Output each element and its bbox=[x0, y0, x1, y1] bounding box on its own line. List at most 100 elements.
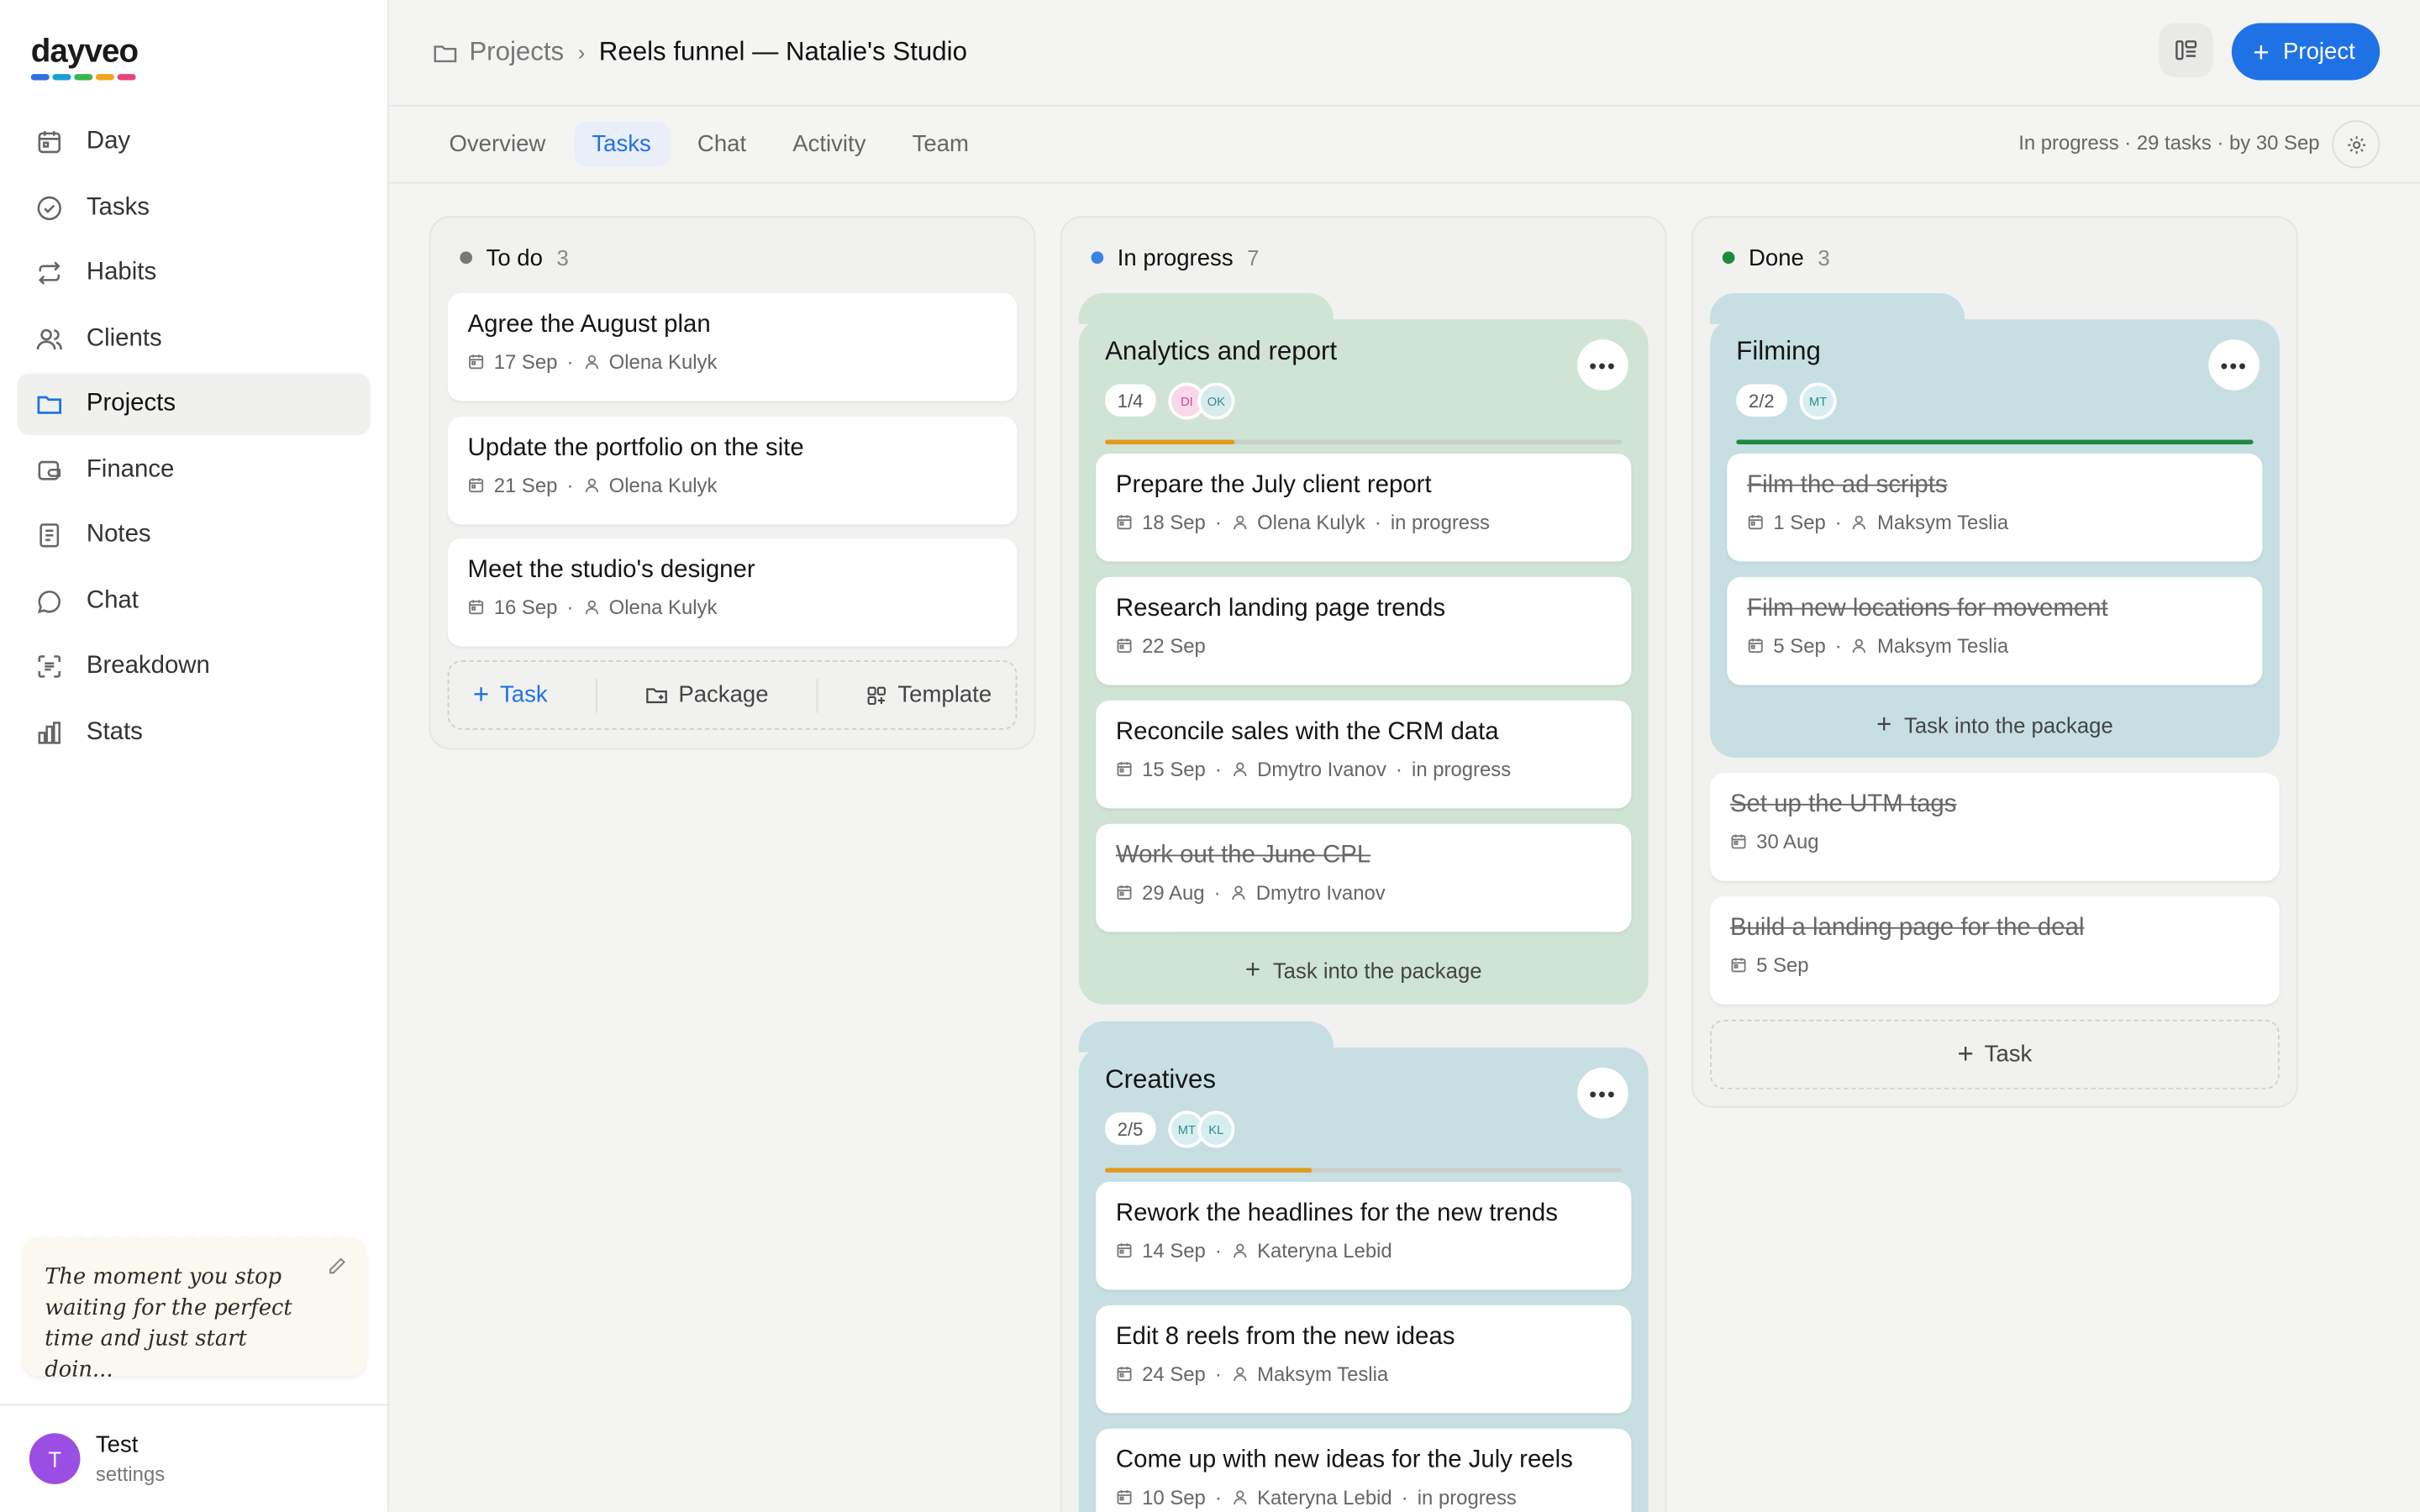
card-assignee: Maksym Teslia bbox=[1257, 1362, 1389, 1386]
task-card[interactable]: Research landing page trends 22 Sep bbox=[1096, 576, 1632, 685]
more-options-button[interactable]: ••• bbox=[1577, 1067, 1628, 1119]
card-assignee: Kateryna Lebid bbox=[1257, 1485, 1392, 1509]
project-tabs: Overview Tasks Chat Activity Team bbox=[430, 122, 997, 167]
task-card[interactable]: Come up with new ideas for the July reel… bbox=[1096, 1428, 1632, 1512]
card-date: 14 Sep bbox=[1142, 1238, 1206, 1263]
tab-overview[interactable]: Overview bbox=[430, 122, 564, 166]
plus-icon: + bbox=[472, 679, 490, 710]
task-card[interactable]: Rework the headlines for the new trends … bbox=[1096, 1181, 1632, 1290]
add-package-button[interactable]: Package bbox=[644, 682, 769, 708]
package-title[interactable]: Creatives bbox=[1105, 1064, 1216, 1095]
status-dot bbox=[460, 251, 473, 265]
task-title: Meet the studio's designer bbox=[467, 557, 755, 584]
avatar: T bbox=[29, 1433, 81, 1484]
add-task-into-package-button[interactable]: + Task into the package bbox=[1079, 955, 1649, 986]
calendar-icon bbox=[1730, 957, 1747, 974]
meta-separator: · bbox=[566, 349, 574, 374]
breadcrumb-separator: › bbox=[577, 39, 586, 66]
sidebar-item-label: Notes bbox=[86, 521, 151, 549]
task-card[interactable]: Work out the June CPL 29 Aug · Dmytro Ivan… bbox=[1096, 823, 1632, 932]
sidebar-item-chat[interactable]: Chat bbox=[17, 570, 371, 632]
sidebar-item-notes[interactable]: Notes bbox=[17, 505, 371, 566]
task-card[interactable]: Agree the August plan 17 Sep · Olena Kulyk bbox=[447, 292, 1018, 402]
folder-plus-icon bbox=[645, 688, 666, 704]
meta-separator: · bbox=[1213, 880, 1221, 905]
task-card[interactable]: Reconcile sales with the CRM data 15 Sep… bbox=[1096, 700, 1632, 809]
column-done: Done 3 Filming ••• 2/2 MT Film the ad scr… bbox=[1691, 216, 2298, 1108]
project-summary: In progress · 29 tasks · by 30 Sep bbox=[2018, 131, 2320, 155]
package-tab bbox=[1710, 292, 1965, 324]
pencil-icon[interactable] bbox=[327, 1256, 347, 1276]
more-options-button[interactable]: ••• bbox=[1577, 339, 1628, 391]
add-task-into-package-button[interactable]: + Task into the package bbox=[1710, 710, 2280, 741]
task-meta: 17 Sep · Olena Kulyk bbox=[468, 349, 997, 374]
sidebar-item-stats[interactable]: Stats bbox=[17, 701, 371, 763]
assignee-chip[interactable]: MT bbox=[1799, 382, 1837, 420]
card-status: in progress bbox=[1417, 1485, 1517, 1509]
task-card[interactable]: Film the ad scripts 1 Sep · Maksym Teslia bbox=[1727, 453, 2263, 562]
card-date: 1 Sep bbox=[1773, 510, 1826, 534]
task-card[interactable]: Prepare the July client report 18 Sep · Ol… bbox=[1096, 453, 1632, 562]
ellipsis-icon: ••• bbox=[2220, 352, 2248, 378]
task-meta: 14 Sep · Kateryna Lebid bbox=[1116, 1238, 1612, 1263]
task-title: Set up the UTM tags bbox=[1729, 791, 1957, 818]
calendar-icon bbox=[1747, 514, 1764, 531]
breadcrumb: Projects › Reels funnel — Natalie's Stud… bbox=[432, 37, 967, 68]
person-icon bbox=[582, 599, 599, 616]
folder-icon bbox=[432, 39, 458, 66]
more-options-button[interactable]: ••• bbox=[2208, 339, 2260, 391]
note-icon bbox=[35, 522, 63, 549]
package-title[interactable]: Filming bbox=[1736, 336, 1821, 367]
meta-separator: · bbox=[1214, 1485, 1222, 1509]
package-progress-badge: 2/5 bbox=[1105, 1112, 1156, 1145]
assignee-chip[interactable]: KL bbox=[1197, 1110, 1235, 1148]
new-project-button[interactable]: + Project bbox=[2231, 23, 2381, 81]
quote-widget[interactable]: The moment you stop waiting for the perf… bbox=[23, 1231, 366, 1383]
sidebar-item-clients[interactable]: Clients bbox=[17, 307, 371, 369]
breadcrumb-projects[interactable]: Projects bbox=[469, 37, 564, 68]
add-template-button[interactable]: Template bbox=[865, 682, 992, 708]
package-progress-bar bbox=[1736, 439, 2254, 444]
person-icon bbox=[1231, 1488, 1248, 1505]
meta-separator: · bbox=[566, 595, 574, 619]
assignee-chip[interactable]: OK bbox=[1197, 382, 1235, 420]
new-project-label: Project bbox=[2283, 38, 2355, 66]
package-progress-bar bbox=[1105, 1168, 1623, 1173]
task-title: Rework the headlines for the new trends bbox=[1115, 1200, 1558, 1227]
add-task-button[interactable]: + Task bbox=[1958, 1038, 2033, 1071]
tab-tasks[interactable]: Tasks bbox=[573, 122, 670, 167]
card-date: 22 Sep bbox=[1142, 633, 1206, 658]
task-card[interactable]: Film new locations for movement 5 Sep · Ma… bbox=[1727, 576, 2263, 685]
tab-team[interactable]: Team bbox=[894, 122, 987, 166]
sidebar-item-day[interactable]: Day bbox=[17, 111, 371, 172]
sidebar-item-habits[interactable]: Habits bbox=[17, 242, 371, 303]
sidebar-item-projects[interactable]: Projects bbox=[17, 373, 371, 435]
page-title: Reels funnel — Natalie's Studio bbox=[598, 37, 967, 66]
user-settings-link[interactable]: settings bbox=[96, 1462, 165, 1486]
meta-separator: · bbox=[1214, 1238, 1222, 1263]
task-card[interactable]: Update the portfolio on the site 21 Sep ·… bbox=[447, 415, 1018, 524]
package-progress-bar bbox=[1105, 439, 1623, 444]
plus-icon: + bbox=[1244, 954, 1261, 984]
plus-icon: + bbox=[1876, 709, 1892, 739]
sidebar-item-tasks[interactable]: Tasks bbox=[17, 176, 371, 238]
task-card[interactable]: Build a landing page for the deal 5 Sep bbox=[1710, 896, 2280, 1005]
task-card[interactable]: Edit 8 reels from the new ideas 24 Sep · M… bbox=[1096, 1305, 1632, 1414]
tab-chat[interactable]: Chat bbox=[679, 122, 765, 166]
add-task-button[interactable]: + Task bbox=[473, 679, 548, 711]
layout-toggle-button[interactable] bbox=[2159, 23, 2213, 77]
sidebar-item-finance[interactable]: Finance bbox=[17, 439, 371, 501]
column-title: To do bbox=[486, 244, 543, 271]
plus-icon: + bbox=[1957, 1038, 1974, 1069]
settings-button[interactable] bbox=[2332, 120, 2381, 169]
task-card[interactable]: Meet the studio's designer 16 Sep · Olena … bbox=[447, 538, 1018, 647]
package-progress-fill bbox=[1736, 439, 2254, 444]
logo[interactable]: dayveo bbox=[30, 34, 139, 81]
user-profile[interactable]: T Test settings bbox=[0, 1404, 388, 1512]
package-title[interactable]: Analytics and report bbox=[1105, 336, 1337, 367]
tab-activity[interactable]: Activity bbox=[774, 122, 884, 166]
task-card[interactable]: Set up the UTM tags 30 Aug bbox=[1710, 773, 2280, 881]
calendar-icon bbox=[1116, 1488, 1133, 1505]
task-meta: 30 Aug bbox=[1730, 830, 2260, 853]
sidebar-item-breakdown[interactable]: Breakdown bbox=[17, 636, 371, 697]
